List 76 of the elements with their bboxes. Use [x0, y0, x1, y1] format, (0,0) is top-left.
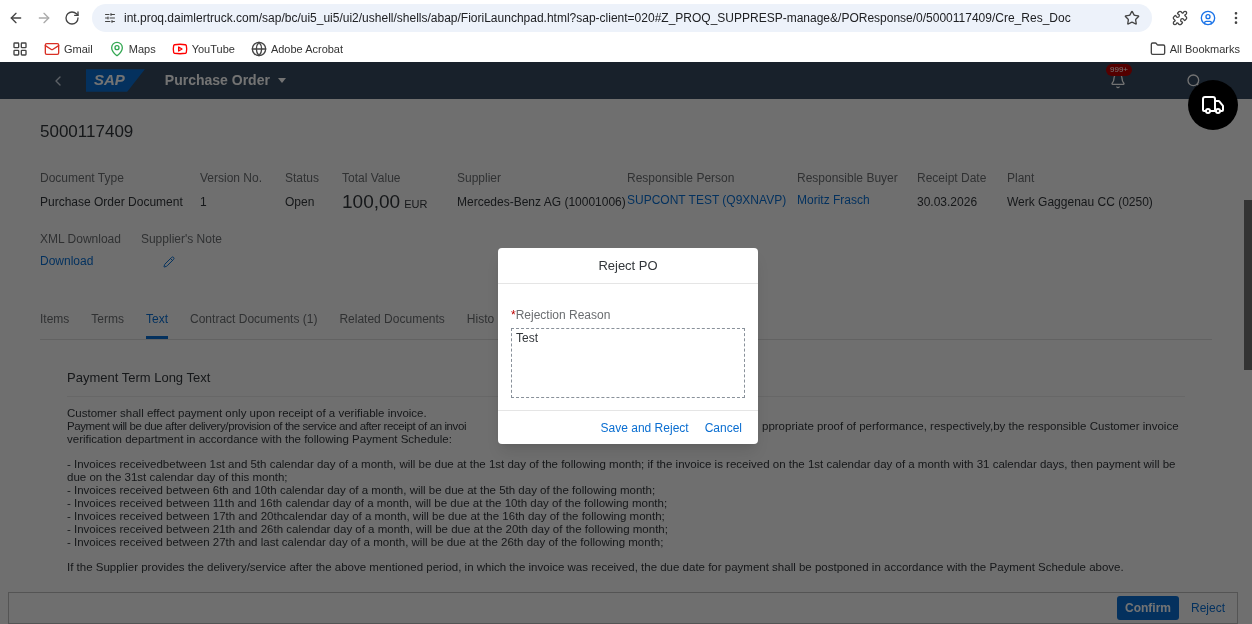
field-value: 30.03.2026: [917, 193, 979, 211]
bookmark-link[interactable]: Adobe Acrobat: [250, 40, 344, 58]
edit-icon[interactable]: [162, 256, 175, 268]
amount-value: 100,00: [342, 189, 401, 214]
field-value: Open: [285, 193, 316, 211]
field-label: Receipt Date: [917, 169, 988, 187]
tab[interactable]: Histo: [466, 310, 495, 339]
currency-unit: EUR: [404, 196, 428, 212]
bookmark-link[interactable]: Gmail: [44, 40, 93, 58]
field-label: Supplier's Note: [140, 231, 222, 248]
field-label: Plant: [1007, 169, 1036, 187]
bookmark-star-icon[interactable]: [1124, 10, 1140, 26]
confirm-button[interactable]: Confirm: [1117, 596, 1179, 620]
field-label: Document Type: [40, 169, 125, 187]
profile-icon[interactable]: [1200, 10, 1216, 26]
truck-icon: [1201, 93, 1225, 117]
bookmark-link[interactable]: YouTube: [171, 40, 235, 58]
reload-icon[interactable]: [64, 10, 80, 26]
payment-text-line: - Invoices received between 21th and 26th calendar day of a month, will be due at the 20th day of the following month;: [67, 522, 668, 536]
rejection-reason-field[interactable]: Test: [511, 328, 745, 398]
payment-text-line: - Invoices received between 6th and 10th calendar day of a month, will be due at the 5th day of the following month;: [67, 483, 656, 497]
caret-icon: [277, 78, 286, 83]
payment-text-line: - Invoices receivedbetween 1st and 5th calendar day of a month, will be due at the 1st day of the following month; if the invoice is received on the 1st calendar day of a month with 31 calendar days, then payment will be: [67, 457, 1176, 471]
field-value: Purchase Order Document: [40, 193, 184, 211]
scrollbar-thumb[interactable]: [1244, 200, 1252, 370]
field-label: Rejection Reason: [515, 307, 611, 324]
app-title-menu[interactable]: Purchase Order: [164, 70, 286, 91]
back-icon[interactable]: [8, 10, 24, 26]
bookmark-link[interactable]: Maps: [108, 40, 156, 58]
site-settings-icon[interactable]: [104, 12, 116, 24]
tab[interactable]: Text: [146, 310, 169, 339]
extensions-icon[interactable]: [1172, 10, 1188, 26]
search-icon[interactable]: [1186, 72, 1202, 89]
sap-logo: SAP: [86, 69, 145, 92]
globe-icon: [250, 41, 267, 57]
field-label: Responsible Person: [627, 169, 736, 187]
tab[interactable]: Contract Documents (1): [190, 310, 318, 339]
field-label: Responsible Buyer: [797, 169, 899, 187]
required-asterisk: *: [511, 307, 516, 324]
mail-icon: [44, 41, 60, 57]
payment-text-line: ppropriate proof of performance, respectively,by the responsible Customer invoice: [762, 419, 1179, 433]
dialog-button[interactable]: Cancel: [704, 418, 742, 437]
field-label: Version No.: [200, 169, 264, 187]
field-label: XML Download: [40, 231, 121, 248]
tab[interactable]: Related Documents: [339, 310, 445, 339]
dialog-button[interactable]: Save and Reject: [600, 418, 689, 437]
field-label: Status: [285, 169, 321, 187]
apps-icon[interactable]: [12, 41, 28, 57]
field-link[interactable]: Moritz Frasch: [797, 190, 917, 209]
payment-text-line: - Invoices received between 11th and 16th calendar day of a month, will be due at the 10th day of the following month;: [67, 496, 668, 510]
field-link[interactable]: Download: [40, 252, 121, 270]
map-pin-icon: [108, 41, 125, 57]
reject-button[interactable]: Reject: [1187, 599, 1229, 617]
notification-badge: 999+: [1106, 63, 1133, 76]
field-value: Werk Gaggenau CC (0250): [1007, 193, 1154, 211]
document-number: 5000117409: [40, 121, 135, 143]
payment-text-line: - Invoices received between 27th and last calendar day of a month, will be due at the 26th day of the following month;: [67, 535, 664, 549]
address-bar[interactable]: int.proq.daimlertruck.com/sap/bc/ui5_ui5/ui2/ushell/shells/abap/FioriLaunchpad.html?sap-client=020#Z_PROQ_SUPPRESP-manage&/POResponse/0/5000117409/Cre_Res_Doc: [92, 4, 1152, 32]
field-value: Mercedes-Benz AG (10001006): [457, 193, 627, 211]
field-label: Total Value: [342, 169, 402, 187]
dialog-title: Reject PO: [498, 248, 758, 284]
field-label: Supplier: [457, 169, 503, 187]
play-icon: [171, 41, 188, 57]
field-value: 1: [200, 193, 208, 211]
payment-text-line: If the Supplier provides the delivery/service after the above mentioned period, in which the invoice was received, the due date for payment shall be postponed in accordance with the Payment Schedule above.: [67, 560, 1124, 574]
url-text: int.proq.daimlertruck.com/sap/bc/ui5_ui5/ui2/ushell/shells/abap/FioriLaunchpad.html?sap-client=020#Z_PROQ_SUPPRESP-manage&/POResponse/0/5000117409/Cre_Res_Doc: [124, 10, 1072, 27]
tab[interactable]: Terms: [91, 310, 124, 339]
payment-text-line: Payment will be due after delivery/provision of the service and after receipt of an invoi: [67, 419, 468, 433]
tab[interactable]: Items: [40, 310, 70, 339]
payment-text-line: due on the 31st calendar day of this month;: [67, 470, 288, 484]
payment-text-line: - Invoices received between 17th and 20thcalendar day of a month, will be due at the 16th day of the following month;: [67, 509, 665, 523]
payment-text-line: Customer shall effect payment only upon receipt of a verifiable invoice.: [67, 406, 427, 420]
payment-text-line: verification department in accordance with the following Payment Schedule:: [67, 432, 452, 446]
field-link[interactable]: SUPCONT TEST (Q9XNAVP): [627, 190, 797, 209]
folder-icon: [1149, 41, 1166, 57]
all-bookmarks-link[interactable]: All Bookmarks: [1149, 40, 1240, 58]
